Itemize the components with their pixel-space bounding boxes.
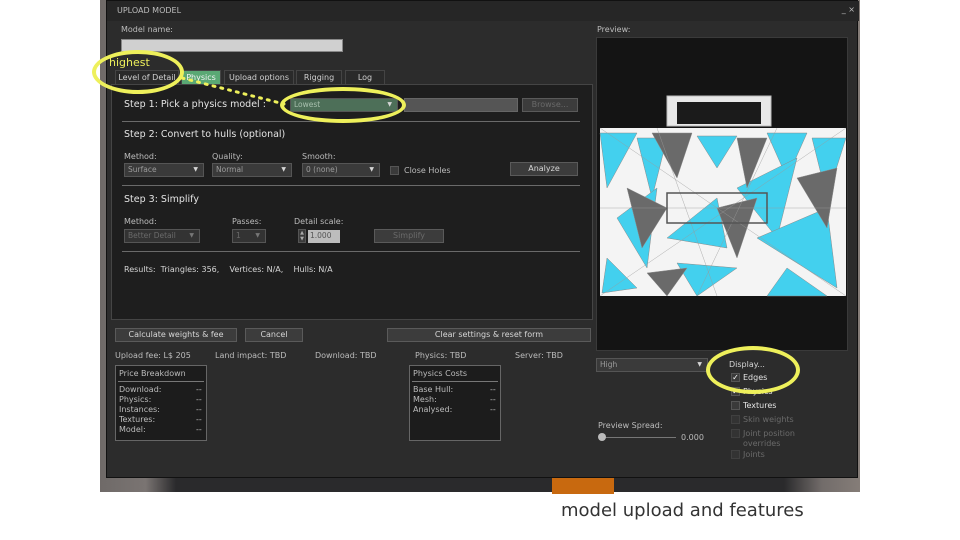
title-bar: UPLOAD MODEL _ × xyxy=(107,1,859,21)
joints-label: Joints xyxy=(743,450,765,459)
step3-method-label: Method: xyxy=(124,217,157,226)
upload-model-window: UPLOAD MODEL _ × Model name: Level of De… xyxy=(106,0,859,478)
calculate-weights-button[interactable]: Calculate weights & fee xyxy=(115,328,237,342)
results-text: Results: Triangles: 356, Vertices: N/A, … xyxy=(124,265,333,274)
mesh-preview-image xyxy=(599,95,847,297)
pc-mesh-value: -- xyxy=(490,395,496,404)
step2-method-select[interactable]: Surface ▼ xyxy=(124,163,204,177)
textures-label: Textures xyxy=(743,401,777,410)
step2-method-label: Method: xyxy=(124,152,157,161)
close-holes-label: Close Holes xyxy=(404,166,451,175)
preview-label: Preview: xyxy=(597,25,631,34)
step2-quality-select[interactable]: Normal ▼ xyxy=(212,163,292,177)
detail-spinner[interactable]: ▲ ▼ xyxy=(298,229,306,243)
pc-base-hull-value: -- xyxy=(490,385,496,394)
server-cost: Server: TBD xyxy=(515,351,563,360)
preview-spread-value: 0.000 xyxy=(681,433,704,442)
tab-rigging[interactable]: Rigging xyxy=(296,70,342,84)
browse-button[interactable]: Browse... xyxy=(522,98,578,112)
pb-instances-label: Instances: xyxy=(119,405,160,414)
divider xyxy=(412,381,498,382)
annotation-dotted-line xyxy=(180,76,286,106)
download-cost: Download: TBD xyxy=(315,351,377,360)
physics-cost: Physics: TBD xyxy=(415,351,467,360)
joint-overrides-checkbox[interactable] xyxy=(731,429,740,438)
pb-physics-value: -- xyxy=(196,395,202,404)
preview-spread-label: Preview Spread: xyxy=(598,421,663,430)
land-impact: Land impact: TBD xyxy=(215,351,287,360)
annotation-circle-display xyxy=(706,346,800,394)
step2-smooth-select[interactable]: 0 (none) ▼ xyxy=(302,163,380,177)
step3-title: Step 3: Simplify xyxy=(124,194,199,205)
pb-download-value: -- xyxy=(196,385,202,394)
window-controls[interactable]: _ × xyxy=(842,5,855,14)
clear-settings-button[interactable]: Clear settings & reset form xyxy=(387,328,591,342)
pb-model-value: -- xyxy=(196,425,202,434)
model-name-label: Model name: xyxy=(121,25,173,34)
step3-detail-label: Detail scale: xyxy=(294,217,344,226)
skin-weights-checkbox[interactable] xyxy=(731,415,740,424)
preview-spread-slider-track[interactable] xyxy=(600,437,676,438)
model-name-input[interactable] xyxy=(121,39,343,52)
pc-analysed-value: -- xyxy=(490,405,496,414)
step2-smooth-label: Smooth: xyxy=(302,152,336,161)
preview-viewport[interactable] xyxy=(596,37,848,351)
window-title: UPLOAD MODEL xyxy=(117,6,182,15)
tab-log[interactable]: Log xyxy=(345,70,385,84)
simplify-button[interactable]: Simplify xyxy=(374,229,444,243)
pb-instances-value: -- xyxy=(196,405,202,414)
pb-download-label: Download: xyxy=(119,385,162,394)
pb-model-label: Model: xyxy=(119,425,146,434)
pc-mesh-label: Mesh: xyxy=(413,395,437,404)
step2-quality-label: Quality: xyxy=(212,152,243,161)
divider xyxy=(118,381,204,382)
step3-passes-select[interactable]: 1 ▼ xyxy=(232,229,266,243)
cancel-button[interactable]: Cancel xyxy=(245,328,303,342)
annotation-circle-lowest xyxy=(280,87,406,123)
close-holes-checkbox[interactable] xyxy=(390,166,399,175)
caption-text: model upload and features xyxy=(561,500,804,521)
upload-fee: Upload fee: L$ 205 xyxy=(115,351,191,360)
pb-physics-label: Physics: xyxy=(119,395,152,404)
step3-method-select[interactable]: Better Detail ▼ xyxy=(124,229,200,243)
skin-weights-label: Skin weights xyxy=(743,415,794,424)
preview-lod-select[interactable]: High ▼ xyxy=(596,358,708,372)
pc-analysed-label: Analysed: xyxy=(413,405,453,414)
textures-checkbox[interactable] xyxy=(731,401,740,410)
step2-title: Step 2: Convert to hulls (optional) xyxy=(124,129,286,140)
joint-overrides-label: Joint position overrides xyxy=(743,429,795,448)
pb-textures-label: Textures: xyxy=(119,415,156,424)
physics-costs-title: Physics Costs xyxy=(413,369,468,378)
preview-spread-slider-handle[interactable] xyxy=(598,433,606,441)
divider xyxy=(122,251,580,252)
detail-scale-input[interactable]: 1.000 xyxy=(308,230,340,243)
step3-passes-label: Passes: xyxy=(232,217,262,226)
pb-textures-value: -- xyxy=(196,415,202,424)
pc-base-hull-label: Base Hull: xyxy=(413,385,454,394)
joints-checkbox[interactable] xyxy=(731,450,740,459)
price-breakdown-title: Price Breakdown xyxy=(119,369,186,378)
divider xyxy=(122,185,580,186)
physics-costs-box: Physics Costs Base Hull: -- Mesh: -- Analy… xyxy=(409,365,501,441)
price-breakdown-box: Price Breakdown Download: -- Physics: -- I… xyxy=(115,365,207,441)
physics-file-field[interactable] xyxy=(404,98,518,112)
annotation-highest-text: highest xyxy=(109,56,150,69)
analyze-button[interactable]: Analyze xyxy=(510,162,578,176)
